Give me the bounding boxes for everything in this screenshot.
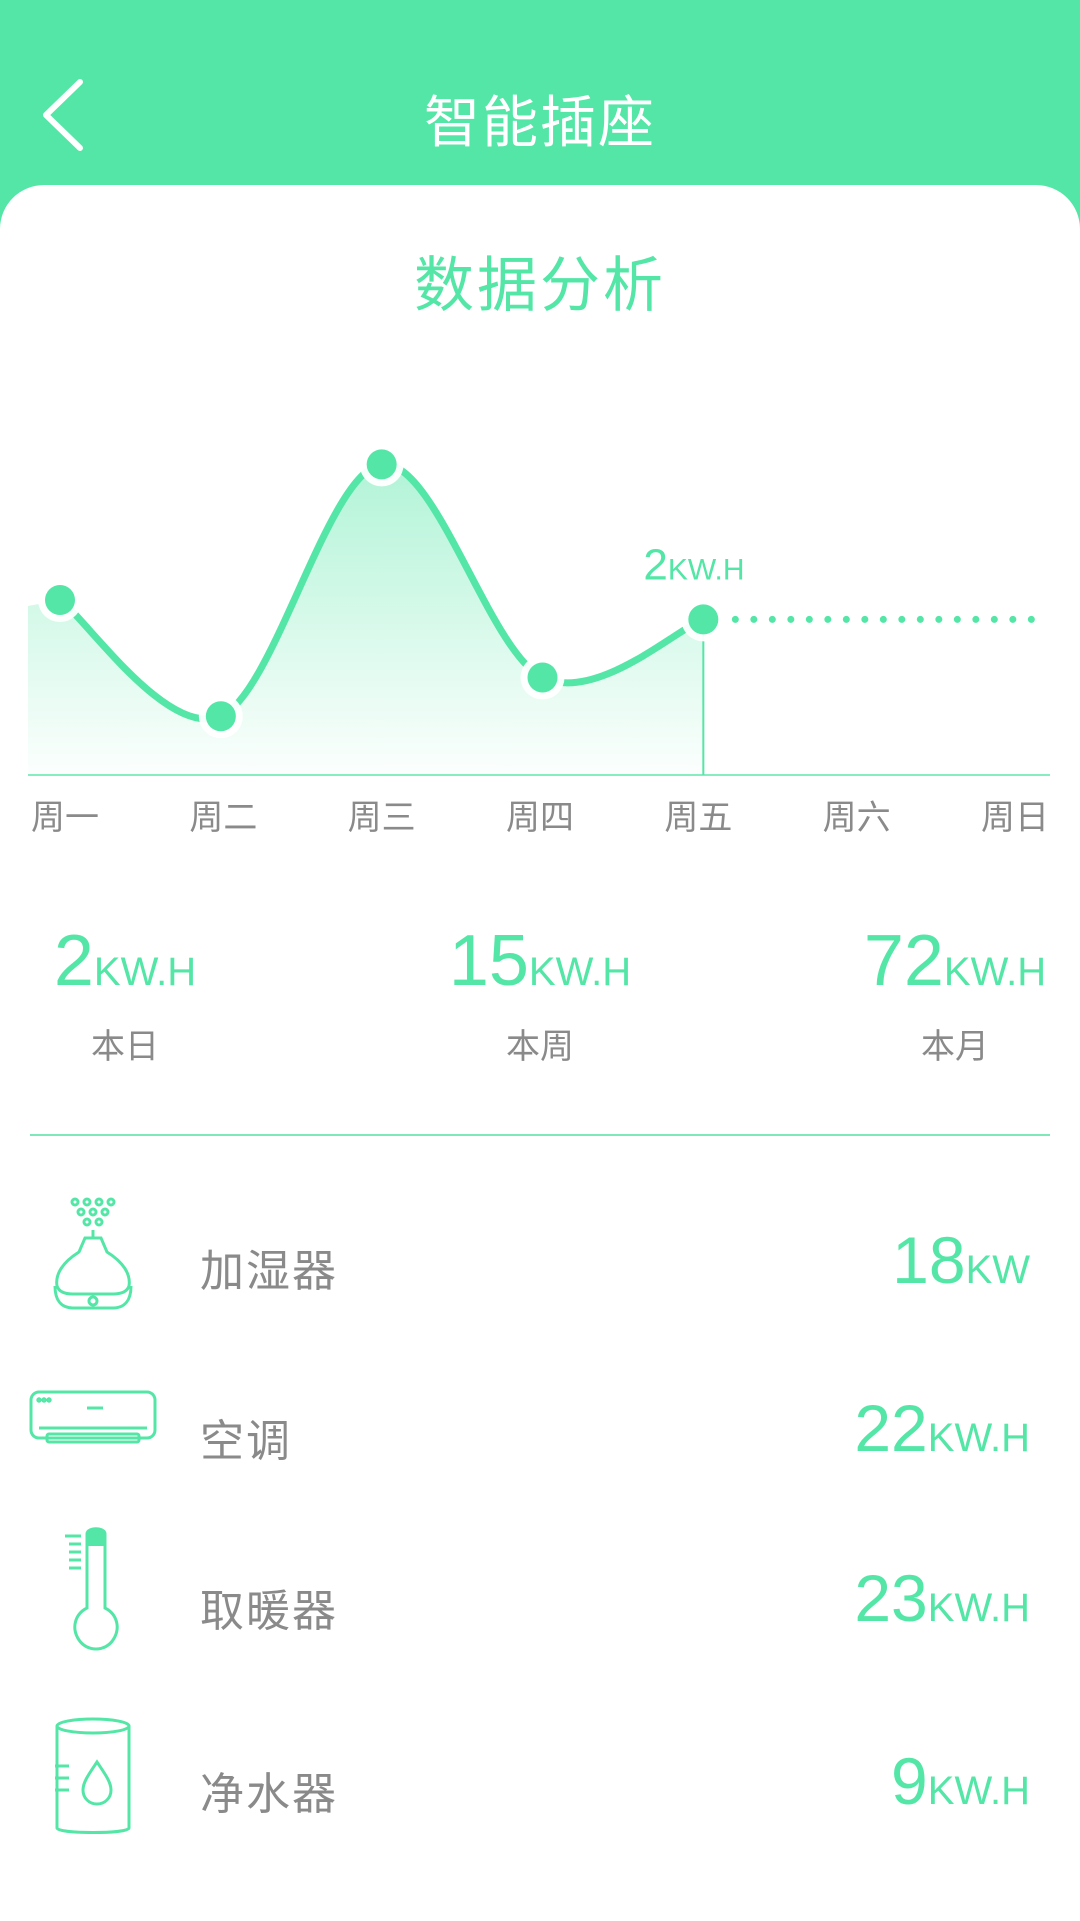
usage-chart: 2KW.H — [28, 442, 1050, 776]
projection-dot — [916, 615, 924, 623]
projection-dot — [953, 615, 961, 623]
device-number-heater: 23 — [854, 1561, 928, 1635]
device-unit-humidifier: KW — [965, 1248, 1030, 1292]
device-row-heater[interactable]: 取暖器 23KW.H — [0, 1520, 1080, 1660]
stat-month: 72KW.H 本月 — [805, 920, 1080, 1068]
stat-month-label: 本月 — [921, 1027, 989, 1067]
projection-dot — [898, 615, 906, 623]
humidifier-icon — [25, 1190, 165, 1330]
data-point — [45, 585, 75, 615]
device-unit-air-conditioner: KW.H — [927, 1416, 1030, 1460]
device-row-air-conditioner[interactable]: 空调 22KW.H — [0, 1360, 1080, 1500]
stat-month-value: 72KW.H — [805, 920, 1080, 1013]
stat-today-value: 2KW.H — [0, 920, 275, 1013]
device-unit-heater: KW.H — [927, 1586, 1030, 1630]
x-axis-label: 周六 — [822, 798, 891, 838]
device-name-humidifier: 加湿器 — [200, 1246, 338, 1297]
projection-dot — [861, 615, 869, 623]
air-conditioner-icon — [25, 1360, 165, 1500]
projection-dot — [768, 615, 776, 623]
stat-today-unit: KW.H — [93, 950, 197, 994]
data-point — [527, 662, 558, 693]
device-number-water-purifier: 9 — [891, 1744, 928, 1818]
highlight-label-unit: KW.H — [668, 553, 745, 586]
x-axis-label: 周三 — [347, 798, 416, 838]
data-point — [688, 604, 719, 635]
x-axis-label: 周二 — [189, 798, 258, 838]
x-axis-label: 周日 — [981, 798, 1049, 838]
section-title: 数据分析 — [414, 251, 666, 321]
device-value-humidifier: 18KW — [892, 1222, 1030, 1298]
projection-dot — [842, 615, 850, 623]
x-axis-labels: 周一 周二 周三 周四 周五 周六 周日 — [0, 790, 1080, 840]
highlight-label-value: 2 — [643, 540, 667, 589]
device-row-water-purifier[interactable]: 净水器 9KW.H — [0, 1715, 1080, 1855]
device-name-water-purifier: 净水器 — [200, 1769, 338, 1820]
header: 智能插座 — [0, 0, 1080, 190]
projection-dot — [1009, 615, 1017, 623]
stat-month-number: 72 — [863, 921, 944, 1001]
area-fill — [28, 464, 704, 775]
stat-month-unit: KW.H — [943, 950, 1047, 994]
x-axis-label: 周四 — [506, 798, 574, 838]
projection-dot — [805, 615, 813, 623]
water-purifier-icon — [25, 1710, 165, 1850]
data-point — [205, 701, 236, 732]
x-axis-label: 周五 — [664, 798, 733, 838]
divider — [30, 1134, 1050, 1136]
device-unit-water-purifier: KW.H — [927, 1769, 1030, 1813]
content-card: 数据分析 2KW.H 周一 周二 周三 周四 周五 周六 周日 2KW.H 本日 15KW.… — [0, 185, 1080, 1921]
highlight-label: 2KW.H — [643, 540, 744, 589]
projection-dot — [1027, 615, 1035, 623]
stat-today-label: 本日 — [91, 1027, 159, 1067]
device-number-air-conditioner: 22 — [854, 1391, 928, 1465]
stat-week-unit: KW.H — [528, 950, 632, 994]
projection-dot — [731, 615, 739, 623]
stat-week-label: 本周 — [506, 1027, 574, 1067]
stat-week: 15KW.H 本周 — [390, 920, 690, 1068]
data-point — [366, 449, 397, 480]
stat-today-number: 2 — [53, 921, 94, 1001]
device-value-water-purifier: 9KW.H — [891, 1743, 1030, 1819]
thermometer-icon — [25, 1520, 165, 1660]
stats-summary: 2KW.H 本日 15KW.H 本周 72KW.H 本月 — [0, 920, 1080, 1067]
projection-dot — [879, 615, 887, 623]
stat-today: 2KW.H 本日 — [0, 920, 275, 1068]
projection-dot — [935, 615, 943, 623]
device-row-humidifier[interactable]: 加湿器 18KW — [0, 1190, 1080, 1330]
screen: 智能插座 数据分析 2KW.H 周一 周二 周三 周四 周五 周六 周日 2KW.H 本日 … — [0, 0, 1080, 1921]
stat-week-value: 15KW.H — [390, 920, 690, 1013]
x-axis-label: 周一 — [31, 798, 99, 838]
projection-dot — [824, 615, 832, 623]
projection-dot — [990, 615, 998, 623]
projection-dot — [787, 615, 795, 623]
device-value-heater: 23KW.H — [854, 1560, 1030, 1636]
stat-week-number: 15 — [448, 921, 529, 1001]
device-number-humidifier: 18 — [892, 1223, 966, 1297]
page-title: 智能插座 — [424, 91, 656, 156]
device-value-air-conditioner: 22KW.H — [854, 1390, 1030, 1466]
projection-dot — [750, 615, 758, 623]
projection-dot — [972, 615, 980, 623]
device-name-heater: 取暖器 — [200, 1586, 338, 1637]
device-name-air-conditioner: 空调 — [200, 1416, 292, 1467]
